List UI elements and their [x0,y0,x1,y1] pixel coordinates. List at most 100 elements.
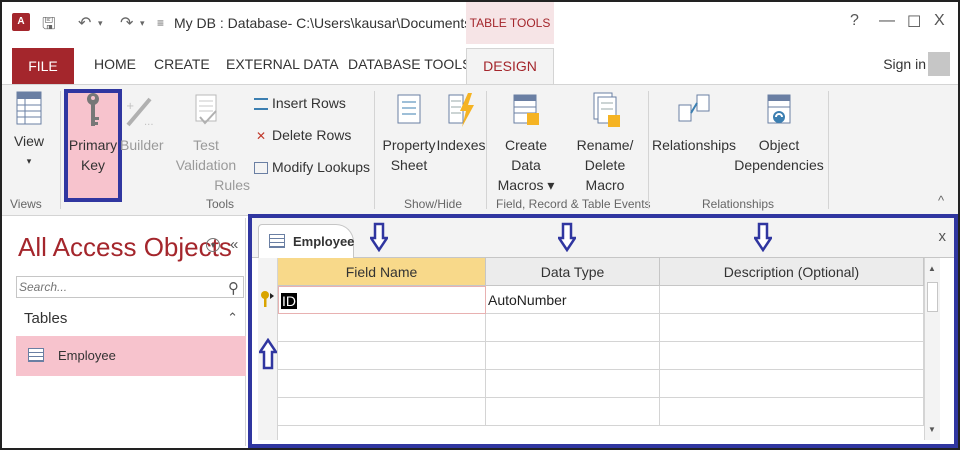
description-cell[interactable] [660,398,924,426]
scroll-thumb[interactable] [927,282,938,312]
column-header-description[interactable]: Description (Optional) [660,258,924,286]
column-header-data-type[interactable]: Data Type [486,258,660,286]
data-type-cell[interactable] [486,342,660,370]
tab-database-tools[interactable]: DATABASE TOOLS [348,56,471,72]
builder-button[interactable]: + ... Builder [120,91,164,155]
insert-rows-button[interactable]: Insert Rows [254,95,346,111]
group-relationships-label: Relationships [702,197,775,211]
scroll-up-icon[interactable]: ▲ [928,264,936,273]
navigation-pane: All Access Objects ▾ « ⚲ Tables ⌃ Employ… [14,218,246,446]
test-validation-icon [195,94,217,125]
search-icon[interactable]: ⚲ [228,279,239,297]
test-validation-label-2: Rules [214,177,250,193]
relationships-button[interactable]: Relationships [652,91,736,155]
help-button[interactable]: ? [850,12,859,30]
object-dependencies-label-2: Dependencies [734,157,824,173]
annotation-down-arrow-icon [558,222,576,252]
delete-rows-icon: ✕ [255,129,267,144]
delete-rows-button[interactable]: ✕ Delete Rows [254,127,351,143]
data-type-cell[interactable]: AutoNumber [486,286,660,314]
scroll-down-icon[interactable]: ▼ [928,425,936,434]
save-icon[interactable]: 🖫 [42,13,56,40]
title-bar: A 🖫 ↶ ▾ ↷ ▾ ≡ My DB : Database- C:\Users… [2,2,958,44]
tab-create[interactable]: CREATE [154,56,210,72]
property-sheet-button[interactable]: Property Sheet [380,91,438,175]
view-button[interactable]: View ▾ [8,91,50,171]
ribbon: View ▾ Views Primary Key + ... Builder T… [2,84,958,216]
close-document-icon[interactable]: x [939,228,947,245]
field-name-value: ID [281,293,297,309]
undo-icon[interactable]: ↶ [78,13,91,33]
view-label: View [13,133,45,149]
object-dependencies-icon [767,94,791,124]
nav-item-label: Employee [58,348,116,363]
delete-rows-label: Delete Rows [272,127,352,143]
ribbon-tabs: FILE HOME CREATE EXTERNAL DATA DATABASE … [2,44,958,84]
field-name-cell[interactable]: ID [278,286,486,314]
row-selector-column[interactable] [258,258,278,440]
relationships-label: Relationships [652,137,737,153]
window-title: My DB : Database- C:\Users\kausar\Docume… [174,15,487,31]
insert-rows-label: Insert Rows [272,95,346,111]
rename-delete-macro-button[interactable]: Rename/ Delete Macro [564,91,646,195]
property-sheet-icon [397,94,421,124]
vertical-scrollbar[interactable]: ▲ ▼ [924,258,940,440]
modify-lookups-button[interactable]: Modify Lookups [254,159,370,175]
indexes-button[interactable]: Indexes [436,91,486,155]
group-field-record-events-label: Field, Record & Table Events [496,197,651,211]
description-cell[interactable] [660,342,924,370]
description-cell[interactable] [660,286,924,314]
nav-collapse-icon[interactable]: « [230,236,238,253]
object-dependencies-button[interactable]: Object Dependencies [734,91,824,175]
chevron-up-icon: ⌃ [227,310,238,325]
nav-item-employee[interactable]: Employee [16,336,246,376]
search-input[interactable] [19,279,219,295]
navigation-pane-title[interactable]: All Access Objects [18,232,232,263]
tables-section-label: Tables [24,310,68,327]
modify-lookups-icon [254,162,268,175]
primary-key-label-1: Primary [68,137,118,153]
tab-design[interactable]: DESIGN [466,48,554,84]
tab-file[interactable]: FILE [12,48,74,84]
test-validation-label-1: Test Validation [175,137,237,173]
ribbon-separator [486,91,487,209]
test-validation-rules-button[interactable]: Test Validation Rules [162,91,250,195]
svg-text:+: + [126,101,134,112]
svg-text:...: ... [144,117,154,128]
tab-home[interactable]: HOME [94,56,136,72]
avatar[interactable] [928,52,950,76]
column-header-field-name[interactable]: Field Name [278,258,486,286]
data-type-cell[interactable] [486,370,660,398]
create-data-macros-button[interactable]: Create Data Macros ▾ [490,91,562,195]
collapse-ribbon-icon[interactable]: ^ [938,193,944,208]
annotation-down-arrow-icon [754,222,772,252]
minimize-button[interactable]: — [879,12,895,30]
builder-wand-icon: + ... [126,97,154,128]
field-name-cell[interactable] [278,398,486,426]
maximize-button[interactable]: ☐ [907,12,921,32]
view-dropdown-icon: ▾ [26,156,32,166]
nav-dropdown-icon[interactable]: ▾ [206,238,220,252]
sign-in-link[interactable]: Sign in [883,56,926,72]
tab-external-data[interactable]: EXTERNAL DATA [226,56,339,72]
field-grid: Field Name Data Type Description (Option… [258,258,940,440]
redo-dropdown-icon[interactable]: ▾ [140,18,145,29]
field-name-cell[interactable] [278,314,486,342]
data-type-cell[interactable] [486,398,660,426]
description-cell[interactable] [660,370,924,398]
property-sheet-label-2: Sheet [390,157,428,173]
field-name-cell[interactable] [278,342,486,370]
customize-qat-icon[interactable]: ≡ [157,16,164,30]
description-cell[interactable] [660,314,924,342]
field-name-cell[interactable] [278,370,486,398]
data-type-cell[interactable] [486,314,660,342]
close-button[interactable]: X [934,12,945,30]
access-window: A 🖫 ↶ ▾ ↷ ▾ ≡ My DB : Database- C:\Users… [0,0,960,450]
tables-section-header[interactable]: Tables ⌃ [16,304,244,332]
primary-key-button[interactable]: Primary Key [66,91,120,175]
rename-delete-macro-label-1: Rename/ [576,137,634,153]
document-tab-employee[interactable]: Employee [258,224,354,258]
group-show-hide-label: Show/Hide [404,197,463,211]
undo-dropdown-icon[interactable]: ▾ [98,18,103,29]
redo-icon[interactable]: ↷ [120,13,133,33]
